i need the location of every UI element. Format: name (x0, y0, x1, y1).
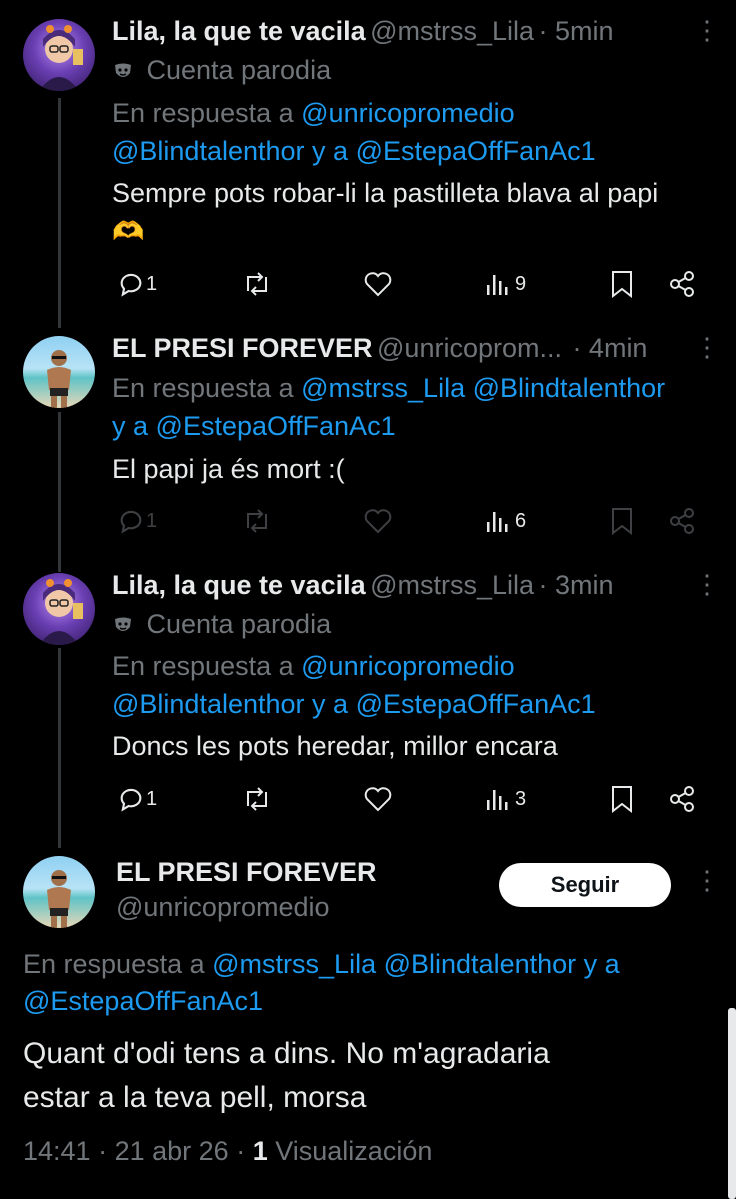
tweet-text-line: estar a la teva pell, morsa (23, 1081, 367, 1114)
reply-prefix: En respuesta a (112, 651, 294, 681)
reply-prefix: En respuesta a (23, 949, 205, 979)
reply-icon[interactable] (117, 785, 145, 813)
thread-line (58, 412, 61, 572)
author-handle[interactable]: @unricopromedio (116, 892, 330, 923)
author-name[interactable]: EL PRESI FOREVER (116, 857, 377, 888)
author-handle[interactable]: @mstrss_Lila (370, 16, 534, 46)
bookmark-icon[interactable] (610, 785, 634, 813)
avatar-photo-icon (47, 350, 71, 408)
scrollbar[interactable] (728, 1008, 736, 1199)
author-name[interactable]: Lila, la que te vacila (112, 570, 366, 600)
views-count: 9 (515, 273, 527, 295)
avatar[interactable] (23, 19, 95, 91)
reply-mention[interactable]: @Blindtalenthor (384, 949, 577, 979)
tweet-time[interactable]: 14:41 (23, 1136, 91, 1166)
parody-mask-icon (112, 615, 134, 642)
reply-mention[interactable]: @unricopromedio (301, 98, 515, 128)
like-icon[interactable] (363, 785, 393, 813)
reply-prefix: En respuesta a (112, 98, 294, 128)
like-icon[interactable] (363, 270, 393, 298)
heart-hands-emoji: 🫶 (112, 216, 145, 246)
views-count: 3 (515, 788, 527, 810)
tweet-text-line: Quant d'odi tens a dins. No m'agradaria (23, 1037, 550, 1070)
more-options-icon[interactable]: ⋮ (694, 17, 720, 43)
avatar[interactable] (23, 573, 95, 645)
reply-mention[interactable]: @EstepaOffFanAc1 (356, 689, 596, 719)
author-handle[interactable]: @mstrss_Lila (370, 570, 534, 600)
reply-and: y a (312, 689, 349, 719)
avatar-illustration-icon (39, 579, 83, 645)
reply-mention[interactable]: @Blindtalenthor (473, 373, 666, 403)
parody-label: Cuenta parodia (146, 609, 332, 639)
views-icon[interactable] (485, 508, 511, 534)
reply-and: y a (312, 136, 349, 166)
tweet-text: Sempre pots robar-li la pastilleta blava… (112, 178, 659, 208)
more-options-icon[interactable]: ⋮ (694, 571, 720, 597)
share-icon[interactable] (668, 507, 696, 535)
parody-label: Cuenta parodia (146, 55, 332, 85)
share-icon[interactable] (668, 270, 696, 298)
avatar[interactable] (23, 856, 95, 928)
thread-line (58, 98, 61, 328)
author-name[interactable]: Lila, la que te vacila (112, 16, 366, 46)
avatar[interactable] (23, 336, 95, 408)
reply-mention[interactable]: @Blindtalenthor (112, 136, 305, 166)
bookmark-icon[interactable] (610, 507, 634, 535)
parody-mask-icon (112, 61, 134, 88)
reply-mention[interactable]: @Blindtalenthor (112, 689, 305, 719)
timestamp[interactable]: · 3min (538, 570, 613, 600)
reply-icon[interactable] (117, 507, 145, 535)
timestamp[interactable]: · 5min (538, 16, 613, 46)
avatar-photo-icon (47, 870, 71, 928)
reply-prefix: En respuesta a (112, 373, 294, 403)
tweet-text: El papi ja és mort :( (112, 454, 345, 484)
avatar-illustration-icon (39, 25, 83, 91)
reply-count: 1 (146, 788, 158, 810)
reply-count: 1 (146, 510, 158, 532)
thread-line (58, 648, 61, 848)
reply-icon[interactable] (117, 270, 145, 298)
timestamp[interactable]: · 4min (572, 333, 647, 363)
tweet-meta: 14:41 · 21 abr 26 · 1 Visualización (23, 1136, 433, 1166)
reply-count: 1 (146, 273, 158, 295)
more-options-icon[interactable]: ⋮ (694, 334, 720, 360)
reply-and: y a (583, 949, 620, 979)
reply-mention[interactable]: @EstepaOffFanAc1 (156, 411, 396, 441)
bookmark-icon[interactable] (610, 270, 634, 298)
views-icon[interactable] (485, 271, 511, 297)
reply-mention[interactable]: @mstrss_Lila (212, 949, 376, 979)
like-icon[interactable] (363, 507, 393, 535)
follow-button[interactable]: Seguir (499, 863, 671, 907)
retweet-icon[interactable] (242, 508, 272, 534)
more-options-icon[interactable]: ⋮ (694, 867, 720, 893)
views-icon[interactable] (485, 786, 511, 812)
reply-mention[interactable]: @mstrss_Lila (301, 373, 465, 403)
views-count: 1 (252, 1136, 268, 1166)
retweet-icon[interactable] (242, 271, 272, 297)
reply-and: y a (112, 411, 149, 441)
reply-mention[interactable]: @EstepaOffFanAc1 (356, 136, 596, 166)
author-handle[interactable]: @unricoprom... (377, 333, 562, 363)
reply-mention[interactable]: @unricopromedio (301, 651, 515, 681)
tweet-text: Doncs les pots heredar, millor encara (112, 731, 558, 761)
author-name[interactable]: EL PRESI FOREVER (112, 333, 373, 363)
reply-mention[interactable]: @EstepaOffFanAc1 (23, 986, 263, 1016)
share-icon[interactable] (668, 785, 696, 813)
views-count: 6 (515, 510, 527, 532)
views-label: Visualización (275, 1136, 433, 1166)
tweet-date[interactable]: 21 abr 26 (115, 1136, 229, 1166)
retweet-icon[interactable] (242, 786, 272, 812)
